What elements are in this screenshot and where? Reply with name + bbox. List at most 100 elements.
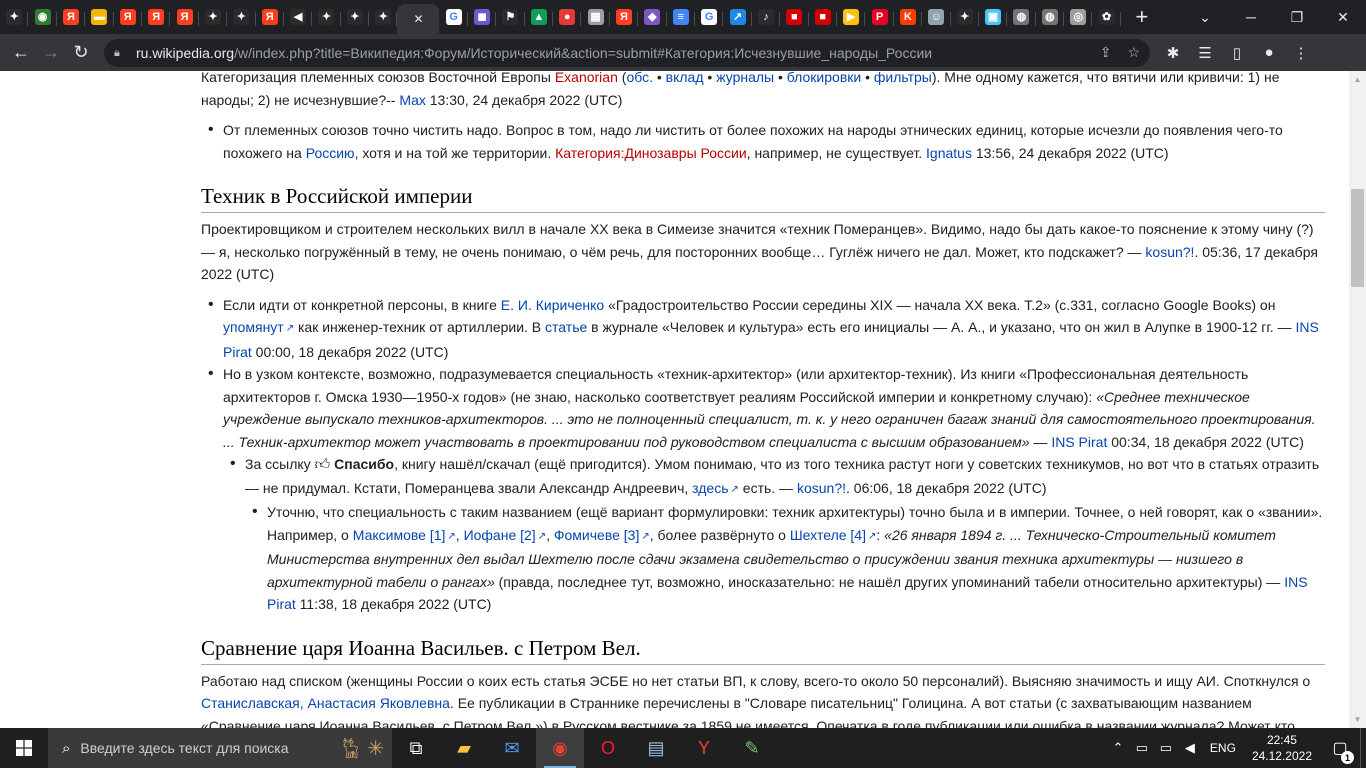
link-contrib[interactable]: вклад <box>666 71 704 85</box>
external-link-mentioned[interactable]: упомянут <box>223 319 294 335</box>
scroll-up-arrow-icon[interactable]: ▲ <box>1349 71 1366 88</box>
link-article[interactable]: статье <box>545 319 587 335</box>
volume-icon[interactable]: ◀︎ <box>1178 740 1202 756</box>
browser-tab[interactable]: P <box>865 3 895 31</box>
browser-tab[interactable]: ■ <box>780 3 809 31</box>
notification-center-icon[interactable]: ▢ 1 <box>1320 738 1360 764</box>
close-window-button[interactable]: ✕ <box>1320 0 1366 34</box>
link-russia[interactable]: Россию <box>306 145 355 161</box>
vertical-scrollbar[interactable]: ▲ ▼ <box>1349 71 1366 728</box>
new-tab-button[interactable]: + <box>1127 4 1157 30</box>
extensions-icon[interactable]: ✱ <box>1160 40 1186 66</box>
device-icon[interactable]: ▭ <box>1130 740 1154 756</box>
browser-tab[interactable]: Я <box>114 3 143 31</box>
windows-start-icon[interactable] <box>0 728 48 768</box>
browser-tab[interactable]: ↗ <box>723 3 753 31</box>
back-button[interactable]: ← <box>6 38 36 68</box>
browser-tab[interactable]: ✦ <box>227 3 256 31</box>
reading-list-icon[interactable]: ☰ <box>1192 40 1218 66</box>
yandex-browser-icon[interactable]: Y <box>680 728 728 768</box>
minimize-button[interactable]: ─ <box>1228 0 1274 34</box>
scrollbar-thumb[interactable] <box>1351 189 1364 287</box>
search-highlight-art-icon[interactable]: 🦌︎ ✳ <box>338 736 384 761</box>
browser-tab[interactable]: ▲ <box>525 3 554 31</box>
browser-tab[interactable]: G <box>695 3 724 31</box>
link-filters[interactable]: фильтры <box>874 71 932 85</box>
link-logs[interactable]: журналы <box>716 71 774 85</box>
show-desktop-button[interactable] <box>1360 728 1366 768</box>
browser-tab[interactable]: ✦ <box>0 3 29 31</box>
browser-tab[interactable]: ◀ <box>284 3 313 31</box>
browser-tab[interactable]: ◆ <box>638 3 667 31</box>
browser-tab[interactable]: ✦ <box>369 3 398 31</box>
profile-avatar-icon[interactable]: ● <box>1256 40 1282 66</box>
browser-tab[interactable]: Я <box>57 3 86 31</box>
browser-tab[interactable]: ☺ <box>922 3 951 31</box>
notes-app-icon[interactable]: ▤ <box>632 728 680 768</box>
side-panel-icon[interactable]: ▯ <box>1224 40 1250 66</box>
browser-tab[interactable]: ≡ <box>667 3 696 31</box>
user-link-ins-pirat[interactable]: INS Pirat <box>1051 434 1107 450</box>
browser-tab[interactable]: ◍ <box>1007 3 1037 31</box>
external-link-fomichev[interactable]: Фомичеве [3] <box>554 527 650 543</box>
user-link-kosun[interactable]: kosun?! <box>797 480 846 496</box>
active-tab[interactable]: ✕ <box>397 4 440 34</box>
task-view-icon[interactable]: ⧉ <box>392 728 440 768</box>
chevron-up-icon[interactable]: ⌃ <box>1106 740 1130 756</box>
browser-tab[interactable]: ✿ <box>1092 3 1122 31</box>
user-link-max[interactable]: Max <box>399 92 425 108</box>
chrome-icon[interactable]: ◉ <box>536 728 584 768</box>
lock-icon[interactable]: 🔒︎ <box>114 47 126 59</box>
file-explorer-icon[interactable]: ▰ <box>440 728 488 768</box>
external-link-shekhtel[interactable]: Шехтеле [4] <box>790 527 877 543</box>
browser-tab[interactable]: ✦ <box>199 3 228 31</box>
close-tab-icon[interactable]: ✕ <box>413 12 423 26</box>
link-category-dinosaurs[interactable]: Категория:Динозавры России <box>555 145 747 161</box>
browser-tab[interactable]: Я <box>142 3 171 31</box>
user-link-kosun[interactable]: kosun?! <box>1145 244 1194 260</box>
browser-tab[interactable]: ▶ <box>837 3 866 31</box>
browser-tab[interactable]: ◉ <box>28 3 58 31</box>
browser-tab[interactable]: ◼ <box>468 3 497 31</box>
browser-tab[interactable]: ◍ <box>1036 3 1065 31</box>
link-blocks[interactable]: блокировки <box>787 71 861 85</box>
link-stanislavskaya[interactable]: Станиславская, Анастасия Яковлевна <box>201 695 450 711</box>
external-link-maksimov[interactable]: Максимове [1] <box>353 527 456 543</box>
browser-tab[interactable]: ▦ <box>581 3 611 31</box>
browser-tab[interactable]: K <box>894 3 923 31</box>
mail-icon[interactable]: ✉ <box>488 728 536 768</box>
browser-tab[interactable]: ♪ <box>752 3 781 31</box>
restore-button[interactable]: ❐ <box>1274 0 1320 34</box>
browser-tab[interactable]: ● <box>553 3 582 31</box>
user-link-ignatus[interactable]: Ignatus <box>926 145 972 161</box>
user-link-exanorian[interactable]: Exanorian <box>555 71 618 85</box>
opera-icon[interactable]: O <box>584 728 632 768</box>
browser-tab[interactable]: G <box>439 3 469 31</box>
browser-tab[interactable]: ✦ <box>341 3 370 31</box>
reload-button[interactable]: ↻ <box>66 38 96 68</box>
link-talk[interactable]: обс. <box>626 71 653 85</box>
external-link-iofan[interactable]: Иофане [2] <box>464 527 547 543</box>
network-icon[interactable]: ▭ <box>1154 740 1178 756</box>
address-bar[interactable]: 🔒︎ ru.wikipedia.org/w/index.php?title=Ви… <box>104 38 1150 67</box>
clock[interactable]: 22:45 24.12.2022 <box>1252 732 1312 764</box>
bookmark-star-icon[interactable]: ☆ <box>1127 44 1140 61</box>
share-icon[interactable]: ⇪ <box>1100 44 1112 61</box>
browser-tab[interactable]: ▣ <box>979 3 1008 31</box>
scroll-down-arrow-icon[interactable]: ▼ <box>1349 711 1366 728</box>
menu-kebab-icon[interactable]: ⋮ <box>1288 40 1314 66</box>
browser-tab[interactable]: ◎ <box>1064 3 1093 31</box>
paint-icon[interactable]: ✎ <box>728 728 776 768</box>
browser-tab[interactable]: Я <box>170 3 200 31</box>
browser-tab[interactable]: ✦ <box>951 3 980 31</box>
browser-tab[interactable]: ✦ <box>312 3 342 31</box>
tab-search-icon[interactable]: ⌄ <box>1182 0 1228 34</box>
browser-tab[interactable]: Я <box>256 3 285 31</box>
link-kirichenko[interactable]: Е. И. Кириченко <box>501 297 604 313</box>
forward-button[interactable]: → <box>36 38 66 68</box>
external-link-here[interactable]: здесь <box>692 480 739 496</box>
browser-tab[interactable]: ⚑ <box>496 3 526 31</box>
browser-tab[interactable]: ■ <box>809 3 838 31</box>
browser-tab[interactable]: ▬ <box>85 3 114 31</box>
language-indicator[interactable]: ENG <box>1210 741 1236 755</box>
